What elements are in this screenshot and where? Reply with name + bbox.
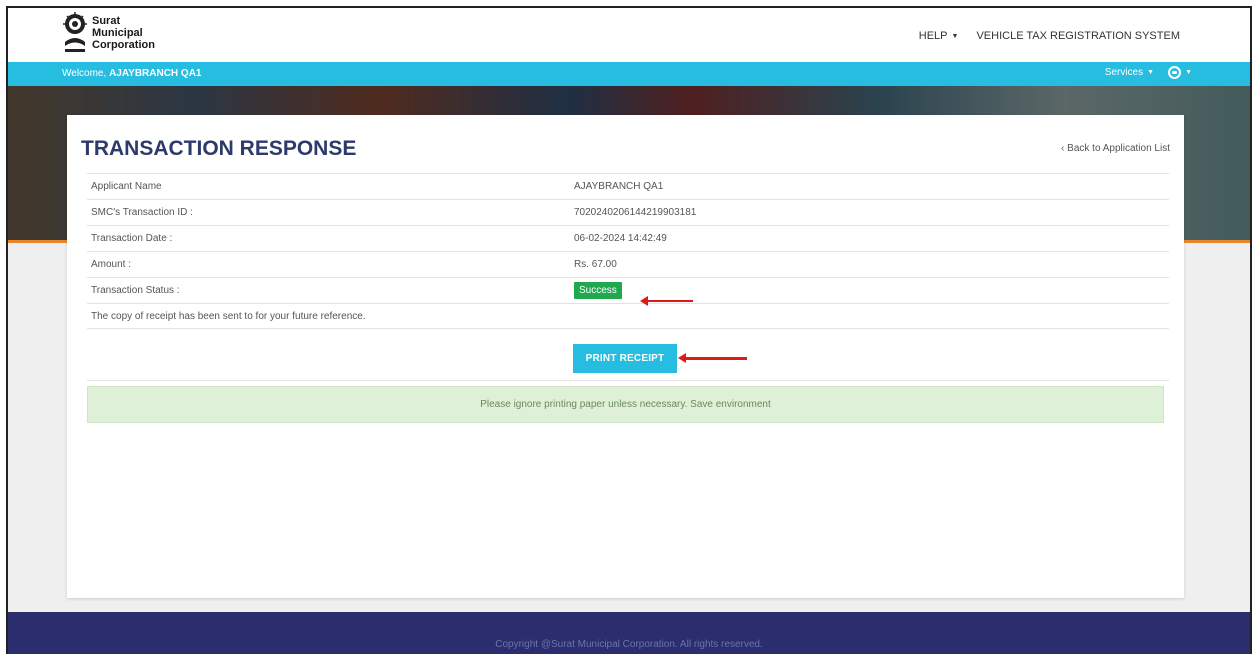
applicant-name-row: Applicant Name AJAYBRANCH QA1 (87, 173, 1169, 199)
row-value: 70202402061442199031​81 (574, 207, 697, 218)
top-nav: HELP ▼ VEHICLE TAX REGISTRATION SYSTEM (919, 30, 1180, 42)
divider (87, 380, 1169, 381)
help-label: HELP (918, 30, 948, 42)
row-value: Rs. 67.00 (574, 259, 617, 270)
environment-alert: Please ignore printing paper unless nece… (87, 386, 1164, 423)
services-label: Services (1104, 67, 1144, 78)
help-menu[interactable]: HELP ▼ (919, 30, 959, 42)
transaction-details: Applicant Name AJAYBRANCH QA1 SMC's Tran… (87, 173, 1169, 329)
row-value: Success (574, 282, 1169, 299)
logo-text: Surat Municipal Corporation (92, 15, 155, 51)
transaction-date-row: Transaction Date : 06-02-2024 14:42:49 (87, 225, 1169, 251)
footer: Copyright @Surat Municipal Corporation. … (8, 612, 1250, 654)
amount-row: Amount : Rs. 67.00 (87, 251, 1169, 277)
page-title: TRANSACTION RESPONSE (81, 137, 357, 160)
user-circle-icon (1168, 66, 1182, 79)
services-menu[interactable]: Services ▼ (1105, 67, 1154, 78)
system-title[interactable]: VEHICLE TAX REGISTRATION SYSTEM (976, 30, 1180, 42)
row-label: Transaction Status : (91, 285, 180, 296)
transaction-card: TRANSACTION RESPONSE ‹ Back to Applicati… (67, 115, 1184, 598)
chevron-down-icon: ▼ (1147, 68, 1155, 76)
subbar-right: Services ▼ ▼ (1105, 66, 1192, 79)
logo-line-1: Surat (92, 15, 121, 27)
user-name: AJAYBRANCH QA1 (109, 68, 202, 79)
row-label: Amount : (91, 259, 132, 270)
chevron-down-icon: ▼ (951, 32, 959, 40)
transaction-status-row: Transaction Status : Success (87, 277, 1169, 303)
top-header: Surat Municipal Corporation HELP ▼ VEHICL… (8, 8, 1250, 62)
status-badge: Success (574, 282, 622, 299)
smc-emblem-icon (62, 12, 88, 54)
welcome-prefix: Welcome, (62, 68, 107, 79)
user-menu[interactable]: ▼ (1168, 66, 1192, 79)
transaction-id-row: SMC's Transaction ID : 70202402061442199… (87, 199, 1169, 225)
smc-logo[interactable]: Surat Municipal Corporation (62, 12, 155, 54)
back-to-application-list-link[interactable]: ‹ Back to Application List (1061, 143, 1170, 154)
row-label: SMC's Transaction ID : (91, 207, 193, 218)
welcome-text: Welcome, AJAYBRANCH QA1 (62, 68, 202, 79)
annotation-arrow-status (640, 296, 693, 306)
chevron-down-icon: ▼ (1185, 69, 1192, 76)
copyright-text: Copyright @Surat Municipal Corporation. … (495, 639, 763, 650)
row-value: AJAYBRANCH QA1 (574, 181, 664, 192)
print-receipt-button[interactable]: PRINT RECEIPT (573, 344, 677, 373)
receipt-note: The copy of receipt has been sent to for… (87, 303, 1169, 329)
page-frame: Surat Municipal Corporation HELP ▼ VEHICL… (6, 6, 1252, 654)
annotation-arrow-print (678, 353, 747, 363)
logo-line-3: Corporation (92, 39, 155, 51)
row-label: Transaction Date : (91, 233, 173, 244)
row-value: 06-02-2024 14:42:49 (574, 233, 667, 244)
welcome-bar: Welcome, AJAYBRANCH QA1 Services ▼ ▼ (8, 62, 1250, 86)
row-label: Applicant Name (91, 181, 162, 192)
logo-line-2: Municipal (92, 27, 143, 39)
